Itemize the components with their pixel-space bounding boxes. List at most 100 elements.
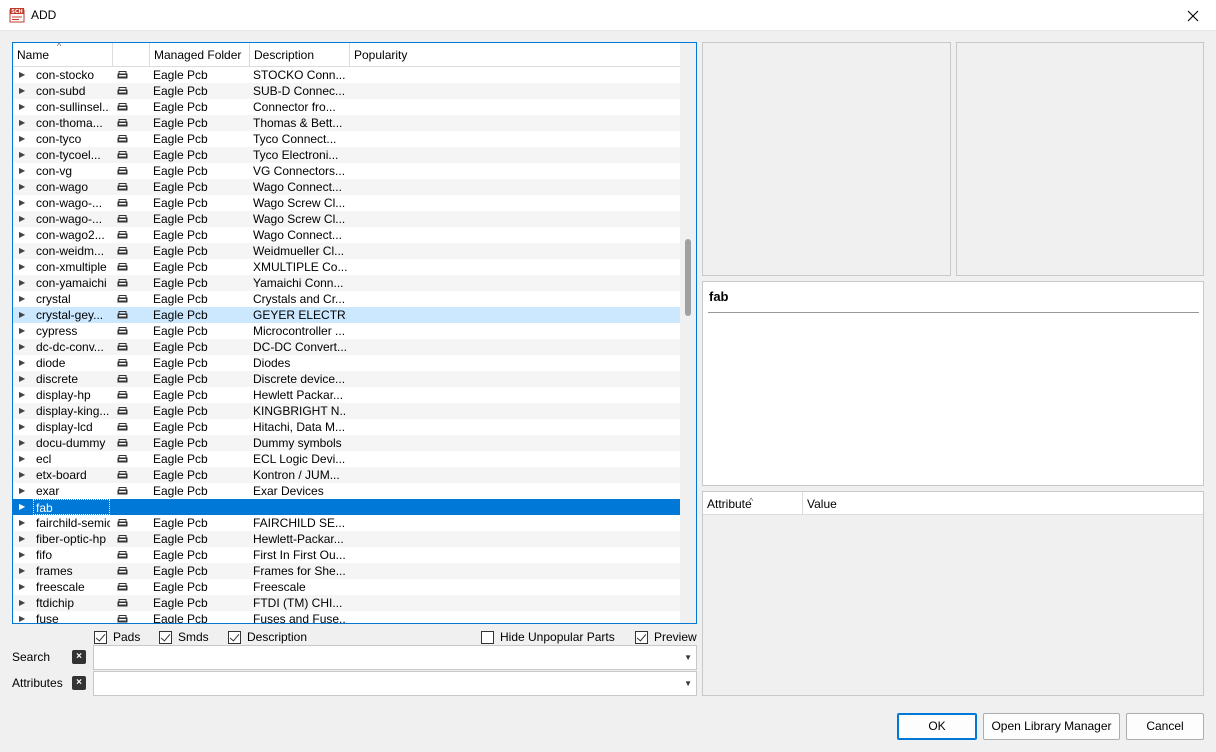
search-input[interactable]: ▼ (93, 645, 697, 670)
expand-arrow-icon[interactable]: ▶ (19, 483, 29, 499)
pads-checkbox[interactable]: Pads (94, 630, 140, 644)
tree-row[interactable]: ▶ con-wago-... Eagle Pcb Wago Screw Cl... (13, 195, 680, 211)
column-header-popularity[interactable]: Popularity (350, 43, 680, 66)
chevron-down-icon[interactable]: ▼ (684, 653, 692, 662)
tree-row[interactable]: ▶ con-wago-... Eagle Pcb Wago Screw Cl... (13, 211, 680, 227)
expand-arrow-icon[interactable]: ▶ (19, 499, 29, 515)
expand-arrow-icon[interactable]: ▶ (19, 579, 29, 595)
tree-row[interactable]: ▶ con-thoma... Eagle Pcb Thomas & Bett... (13, 115, 680, 131)
expand-arrow-icon[interactable]: ▶ (19, 371, 29, 387)
expand-arrow-icon[interactable]: ▶ (19, 339, 29, 355)
expand-arrow-icon[interactable]: ▶ (19, 323, 29, 339)
cancel-button[interactable]: Cancel (1126, 713, 1204, 740)
tree-row[interactable]: ▶ fifo Eagle Pcb First In First Ou... (13, 547, 680, 563)
tree-row[interactable]: ▶ freescale Eagle Pcb Freescale (13, 579, 680, 595)
expand-arrow-icon[interactable]: ▶ (19, 435, 29, 451)
expand-arrow-icon[interactable]: ▶ (19, 291, 29, 307)
expand-arrow-icon[interactable]: ▶ (19, 67, 29, 83)
tree-row[interactable]: ▶ con-sullinsel... Eagle Pcb Connector fro.… (13, 99, 680, 115)
tree-row[interactable]: ▶ con-subd Eagle Pcb SUB-D Connec... (13, 83, 680, 99)
column-header-name[interactable]: Name ^ (13, 43, 113, 66)
clear-attributes-icon[interactable]: × (72, 676, 86, 690)
smds-checkbox[interactable]: Smds (159, 630, 209, 644)
tree-row[interactable]: ▶ cypress Eagle Pcb Microcontroller ... (13, 323, 680, 339)
expand-arrow-icon[interactable]: ▶ (19, 259, 29, 275)
expand-arrow-icon[interactable]: ▶ (19, 163, 29, 179)
expand-arrow-icon[interactable]: ▶ (19, 467, 29, 483)
tree-row[interactable]: ▶ con-yamaichi Eagle Pcb Yamaichi Conn... (13, 275, 680, 291)
tree-row[interactable]: ▶ fab (13, 499, 680, 515)
expand-arrow-icon[interactable]: ▶ (19, 419, 29, 435)
attributes-input[interactable]: ▼ (93, 671, 697, 696)
tree-row[interactable]: ▶ con-tyco Eagle Pcb Tyco Connect... (13, 131, 680, 147)
expand-arrow-icon[interactable]: ▶ (19, 227, 29, 243)
expand-arrow-icon[interactable]: ▶ (19, 451, 29, 467)
tree-row[interactable]: ▶ display-king... Eagle Pcb KINGBRIGHT N... (13, 403, 680, 419)
chevron-down-icon[interactable]: ▼ (684, 679, 692, 688)
expand-arrow-icon[interactable]: ▶ (19, 115, 29, 131)
tree-row[interactable]: ▶ crystal Eagle Pcb Crystals and Cr... (13, 291, 680, 307)
tree-row[interactable]: ▶ diode Eagle Pcb Diodes (13, 355, 680, 371)
tree-row[interactable]: ▶ frames Eagle Pcb Frames for She... (13, 563, 680, 579)
expand-arrow-icon[interactable]: ▶ (19, 99, 29, 115)
expand-arrow-icon[interactable]: ▶ (19, 355, 29, 371)
expand-arrow-icon[interactable]: ▶ (19, 547, 29, 563)
tree-row[interactable]: ▶ exar Eagle Pcb Exar Devices (13, 483, 680, 499)
expand-arrow-icon[interactable]: ▶ (19, 211, 29, 227)
tree-row[interactable]: ▶ docu-dummy Eagle Pcb Dummy symbols (13, 435, 680, 451)
clear-search-icon[interactable]: × (72, 650, 86, 664)
tree-row[interactable]: ▶ display-lcd Eagle Pcb Hitachi, Data M... (13, 419, 680, 435)
tree-row[interactable]: ▶ con-wago2... Eagle Pcb Wago Connect... (13, 227, 680, 243)
expand-arrow-icon[interactable]: ▶ (19, 243, 29, 259)
expand-arrow-icon[interactable]: ▶ (19, 275, 29, 291)
tree-row[interactable]: ▶ fairchild-semic Eagle Pcb FAIRCHILD SE... (13, 515, 680, 531)
open-library-manager-button[interactable]: Open Library Manager (983, 713, 1120, 740)
expand-arrow-icon[interactable]: ▶ (19, 611, 29, 623)
tree-row[interactable]: ▶ fuse Eagle Pcb Fuses and Fuse... (13, 611, 680, 623)
expand-arrow-icon[interactable]: ▶ (19, 403, 29, 419)
description-checkbox[interactable]: Description (228, 630, 307, 644)
hide-unpopular-check-box[interactable] (481, 630, 494, 644)
tree-row[interactable]: ▶ etx-board Eagle Pcb Kontron / JUM... (13, 467, 680, 483)
ok-button[interactable]: OK (897, 713, 977, 740)
tree-row[interactable]: ▶ crystal-gey... Eagle Pcb GEYER ELECTR... (13, 307, 680, 323)
close-button[interactable] (1170, 0, 1216, 31)
expand-arrow-icon[interactable]: ▶ (19, 531, 29, 547)
expand-arrow-icon[interactable]: ▶ (19, 131, 29, 147)
column-header-icon[interactable] (113, 43, 150, 66)
smds-check-box[interactable] (159, 630, 172, 644)
expand-arrow-icon[interactable]: ▶ (19, 83, 29, 99)
tree-row[interactable]: ▶ dc-dc-conv... Eagle Pcb DC-DC Convert... (13, 339, 680, 355)
tree-row[interactable]: ▶ ftdichip Eagle Pcb FTDI (TM) CHI... (13, 595, 680, 611)
column-header-description[interactable]: Description (250, 43, 350, 66)
column-header-managed-folder[interactable]: Managed Folder (150, 43, 250, 66)
tree-row[interactable]: ▶ con-wago Eagle Pcb Wago Connect... (13, 179, 680, 195)
preview-check-box[interactable] (635, 630, 648, 644)
description-check-box[interactable] (228, 630, 241, 644)
tree-row[interactable]: ▶ con-tycoel... Eagle Pcb Tyco Electroni... (13, 147, 680, 163)
tree-row[interactable]: ▶ discrete Eagle Pcb Discrete device... (13, 371, 680, 387)
scrollbar-thumb[interactable] (685, 239, 691, 316)
tree-scrollbar[interactable] (680, 43, 696, 623)
tree-row[interactable]: ▶ con-stocko Eagle Pcb STOCKO Conn... (13, 67, 680, 83)
tree-row[interactable]: ▶ ecl Eagle Pcb ECL Logic Devi... (13, 451, 680, 467)
library-tree[interactable]: Name ^ Managed Folder Description Popula… (12, 42, 697, 624)
tree-row[interactable]: ▶ con-xmultiple Eagle Pcb XMULTIPLE Co... (13, 259, 680, 275)
expand-arrow-icon[interactable]: ▶ (19, 595, 29, 611)
expand-arrow-icon[interactable]: ▶ (19, 387, 29, 403)
expand-arrow-icon[interactable]: ▶ (19, 179, 29, 195)
expand-arrow-icon[interactable]: ▶ (19, 563, 29, 579)
expand-arrow-icon[interactable]: ▶ (19, 307, 29, 323)
preview-checkbox[interactable]: Preview (635, 630, 697, 644)
tree-row[interactable]: ▶ fiber-optic-hp Eagle Pcb Hewlett-Packar..… (13, 531, 680, 547)
expand-arrow-icon[interactable]: ▶ (19, 515, 29, 531)
hide-unpopular-checkbox[interactable]: Hide Unpopular Parts (481, 630, 615, 644)
expand-arrow-icon[interactable]: ▶ (19, 147, 29, 163)
column-header-attribute[interactable]: Attribute ^ (703, 492, 803, 514)
tree-row[interactable]: ▶ display-hp Eagle Pcb Hewlett Packar... (13, 387, 680, 403)
column-header-value[interactable]: Value (803, 492, 1203, 514)
pads-check-box[interactable] (94, 630, 107, 644)
tree-row[interactable]: ▶ con-vg Eagle Pcb VG Connectors... (13, 163, 680, 179)
tree-row[interactable]: ▶ con-weidm... Eagle Pcb Weidmueller Cl... (13, 243, 680, 259)
expand-arrow-icon[interactable]: ▶ (19, 195, 29, 211)
